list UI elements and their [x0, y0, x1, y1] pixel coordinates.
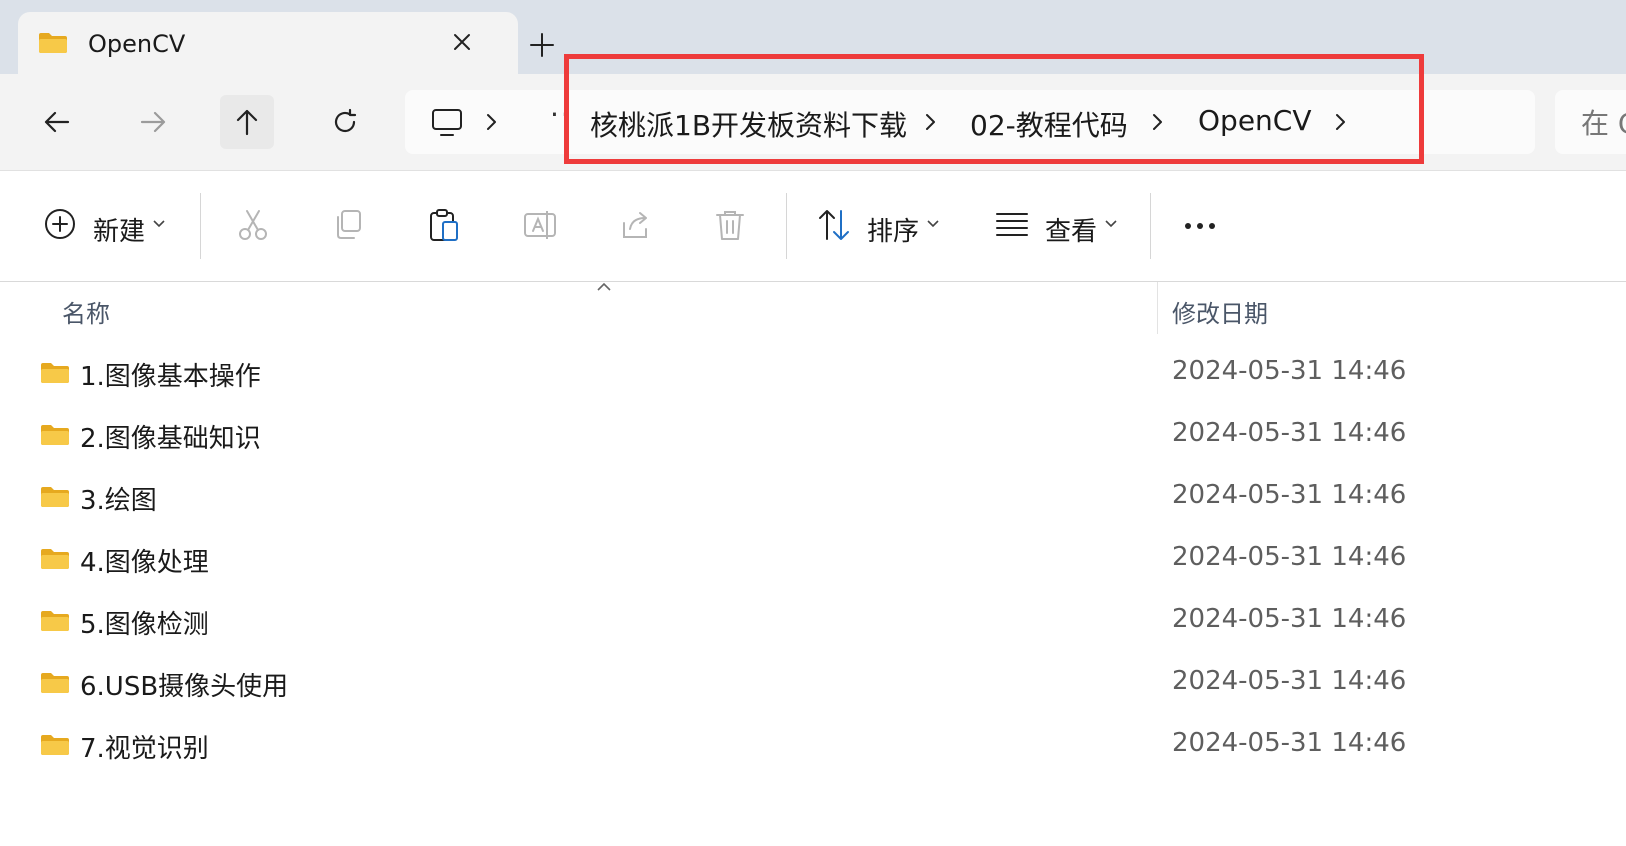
new-label: 新建 [93, 217, 146, 247]
file-name: 1.图像基本操作 [80, 362, 261, 392]
column-name-header[interactable]: 名称 [62, 294, 110, 329]
folder-icon [39, 33, 67, 53]
sort-label: 排序 [867, 217, 920, 247]
file-row[interactable]: 4.图像处理 2024-05-31 14:46 [0, 528, 1626, 590]
folder-icon [41, 363, 69, 383]
column-header: 名称 修改日期 [0, 282, 1626, 334]
file-row[interactable]: 3.绘图 2024-05-31 14:46 [0, 466, 1626, 528]
new-tab-plus-icon[interactable] [525, 28, 559, 62]
chevron-down-icon [1105, 220, 1117, 228]
file-date: 2024-05-31 14:46 [1172, 728, 1407, 758]
view-label: 查看 [1045, 217, 1098, 247]
share-icon[interactable] [618, 207, 654, 243]
close-icon[interactable] [446, 26, 478, 58]
file-date: 2024-05-31 14:46 [1172, 480, 1407, 510]
chevron-right-icon[interactable] [481, 110, 501, 134]
file-date: 2024-05-31 14:46 [1172, 604, 1407, 634]
file-name: 2.图像基础知识 [80, 424, 261, 454]
forward-button[interactable] [126, 95, 180, 149]
highlight-annotation-box [564, 54, 1424, 164]
paste-icon[interactable] [426, 207, 462, 243]
refresh-button[interactable] [318, 95, 372, 149]
divider [200, 193, 201, 259]
back-button[interactable] [30, 95, 84, 149]
file-row[interactable]: 5.图像检测 2024-05-31 14:46 [0, 590, 1626, 652]
computer-icon[interactable] [431, 108, 463, 138]
delete-icon[interactable] [712, 207, 748, 243]
divider [786, 193, 787, 259]
file-row[interactable]: 7.视觉识别 2024-05-31 14:46 [0, 714, 1626, 776]
file-row[interactable]: 1.图像基本操作 2024-05-31 14:46 [0, 342, 1626, 404]
cut-icon[interactable] [235, 207, 271, 243]
search-placeholder: 在 C [1581, 107, 1626, 140]
command-bar: 新建 排序 查看 [0, 171, 1626, 282]
folder-icon [41, 487, 69, 507]
sort-ascending-icon [597, 282, 611, 291]
view-button[interactable]: 查看 [995, 191, 1125, 261]
file-name: 6.USB摄像头使用 [80, 672, 289, 702]
file-date: 2024-05-31 14:46 [1172, 666, 1407, 696]
column-divider[interactable] [1157, 282, 1158, 334]
tab-title: OpenCV [88, 30, 186, 58]
up-button[interactable] [220, 95, 274, 149]
folder-icon [41, 425, 69, 445]
chevron-down-icon [153, 220, 165, 228]
chevron-down-icon [927, 220, 939, 228]
file-name: 3.绘图 [80, 486, 157, 516]
folder-icon [41, 673, 69, 693]
file-name: 7.视觉识别 [80, 734, 209, 764]
divider [1150, 193, 1151, 259]
plus-circle-icon [45, 209, 75, 239]
refresh-icon [334, 108, 357, 133]
file-name: 4.图像处理 [80, 548, 209, 578]
arrow-up-icon [236, 109, 258, 136]
arrow-right-icon [140, 111, 166, 133]
file-row[interactable]: 2.图像基础知识 2024-05-31 14:46 [0, 404, 1626, 466]
list-view-icon [996, 213, 1028, 236]
folder-icon [41, 735, 69, 755]
folder-icon [41, 611, 69, 631]
new-button[interactable]: 新建 [38, 191, 178, 261]
file-date: 2024-05-31 14:46 [1172, 356, 1407, 386]
file-row[interactable]: 6.USB摄像头使用 2024-05-31 14:46 [0, 652, 1626, 714]
search-input[interactable]: 在 C [1555, 90, 1626, 154]
file-date: 2024-05-31 14:46 [1172, 542, 1407, 572]
sort-icon [819, 210, 849, 240]
tab-opencv[interactable]: OpenCV [18, 12, 518, 76]
file-name: 5.图像检测 [80, 610, 209, 640]
file-date: 2024-05-31 14:46 [1172, 418, 1407, 448]
more-options-icon[interactable] [1180, 211, 1220, 241]
column-date-header[interactable]: 修改日期 [1172, 294, 1268, 329]
arrow-left-icon [44, 111, 70, 133]
folder-icon [41, 549, 69, 569]
rename-icon[interactable] [522, 207, 558, 243]
copy-icon[interactable] [330, 207, 366, 243]
sort-button[interactable]: 排序 [812, 191, 952, 261]
